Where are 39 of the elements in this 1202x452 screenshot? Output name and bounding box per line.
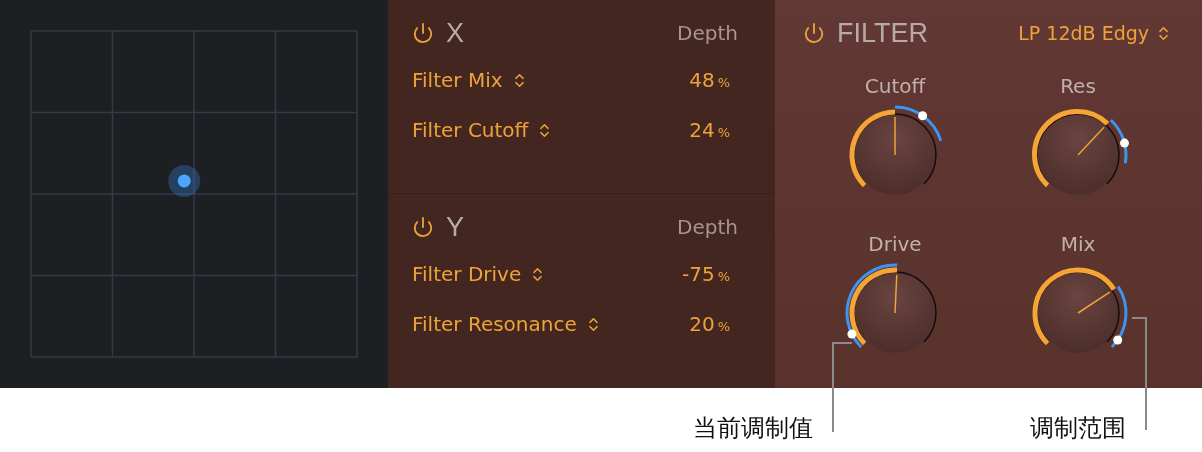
modulation-range-arc xyxy=(1109,119,1128,164)
knob-label: Mix xyxy=(1060,232,1096,258)
target-selector[interactable]: Filter Mix xyxy=(412,68,528,92)
modulation-dot xyxy=(918,111,928,121)
unit-label: % xyxy=(717,75,730,90)
knob-label: Drive xyxy=(868,232,922,258)
modulation-range-arc xyxy=(894,105,943,142)
knob[interactable] xyxy=(853,271,937,353)
filter-title: FILTER xyxy=(837,17,928,49)
depth-value[interactable]: 24 xyxy=(689,118,715,142)
target-selector[interactable]: Filter Resonance xyxy=(412,312,602,336)
power-icon[interactable] xyxy=(803,22,825,44)
depth-value[interactable]: -75 xyxy=(681,262,715,286)
knob-label: Cutoff xyxy=(864,74,926,100)
callout-label: 调制范围 xyxy=(1030,413,1126,444)
modulation-dot xyxy=(847,329,857,339)
unit-label: % xyxy=(717,269,730,284)
knob[interactable] xyxy=(1036,113,1120,195)
depth-label: Depth xyxy=(677,215,738,239)
modulation-dot xyxy=(1113,335,1123,345)
power-icon[interactable] xyxy=(412,216,434,238)
modulator-title: X xyxy=(446,17,464,49)
depth-value[interactable]: 20 xyxy=(689,312,715,336)
power-icon[interactable] xyxy=(412,22,434,44)
target-selector[interactable]: Filter Cutoff xyxy=(412,118,554,142)
filter-type-selector[interactable]: LP 12dB Edgy xyxy=(1018,22,1172,44)
pad-handle[interactable] xyxy=(168,164,201,197)
modulation-dot xyxy=(1120,138,1129,148)
modulator-title: Y xyxy=(446,211,464,243)
target-selector[interactable]: Filter Drive xyxy=(412,262,547,286)
knob-label: Res xyxy=(1060,74,1096,100)
depth-value[interactable]: 48 xyxy=(689,68,715,92)
depth-label: Depth xyxy=(677,21,738,45)
unit-label: % xyxy=(717,319,730,334)
modulation-range-arc xyxy=(1110,285,1128,348)
callout-label: 当前调制值 xyxy=(693,413,813,444)
knob[interactable] xyxy=(1036,271,1120,353)
unit-label: % xyxy=(717,125,730,140)
knob[interactable] xyxy=(853,113,937,195)
